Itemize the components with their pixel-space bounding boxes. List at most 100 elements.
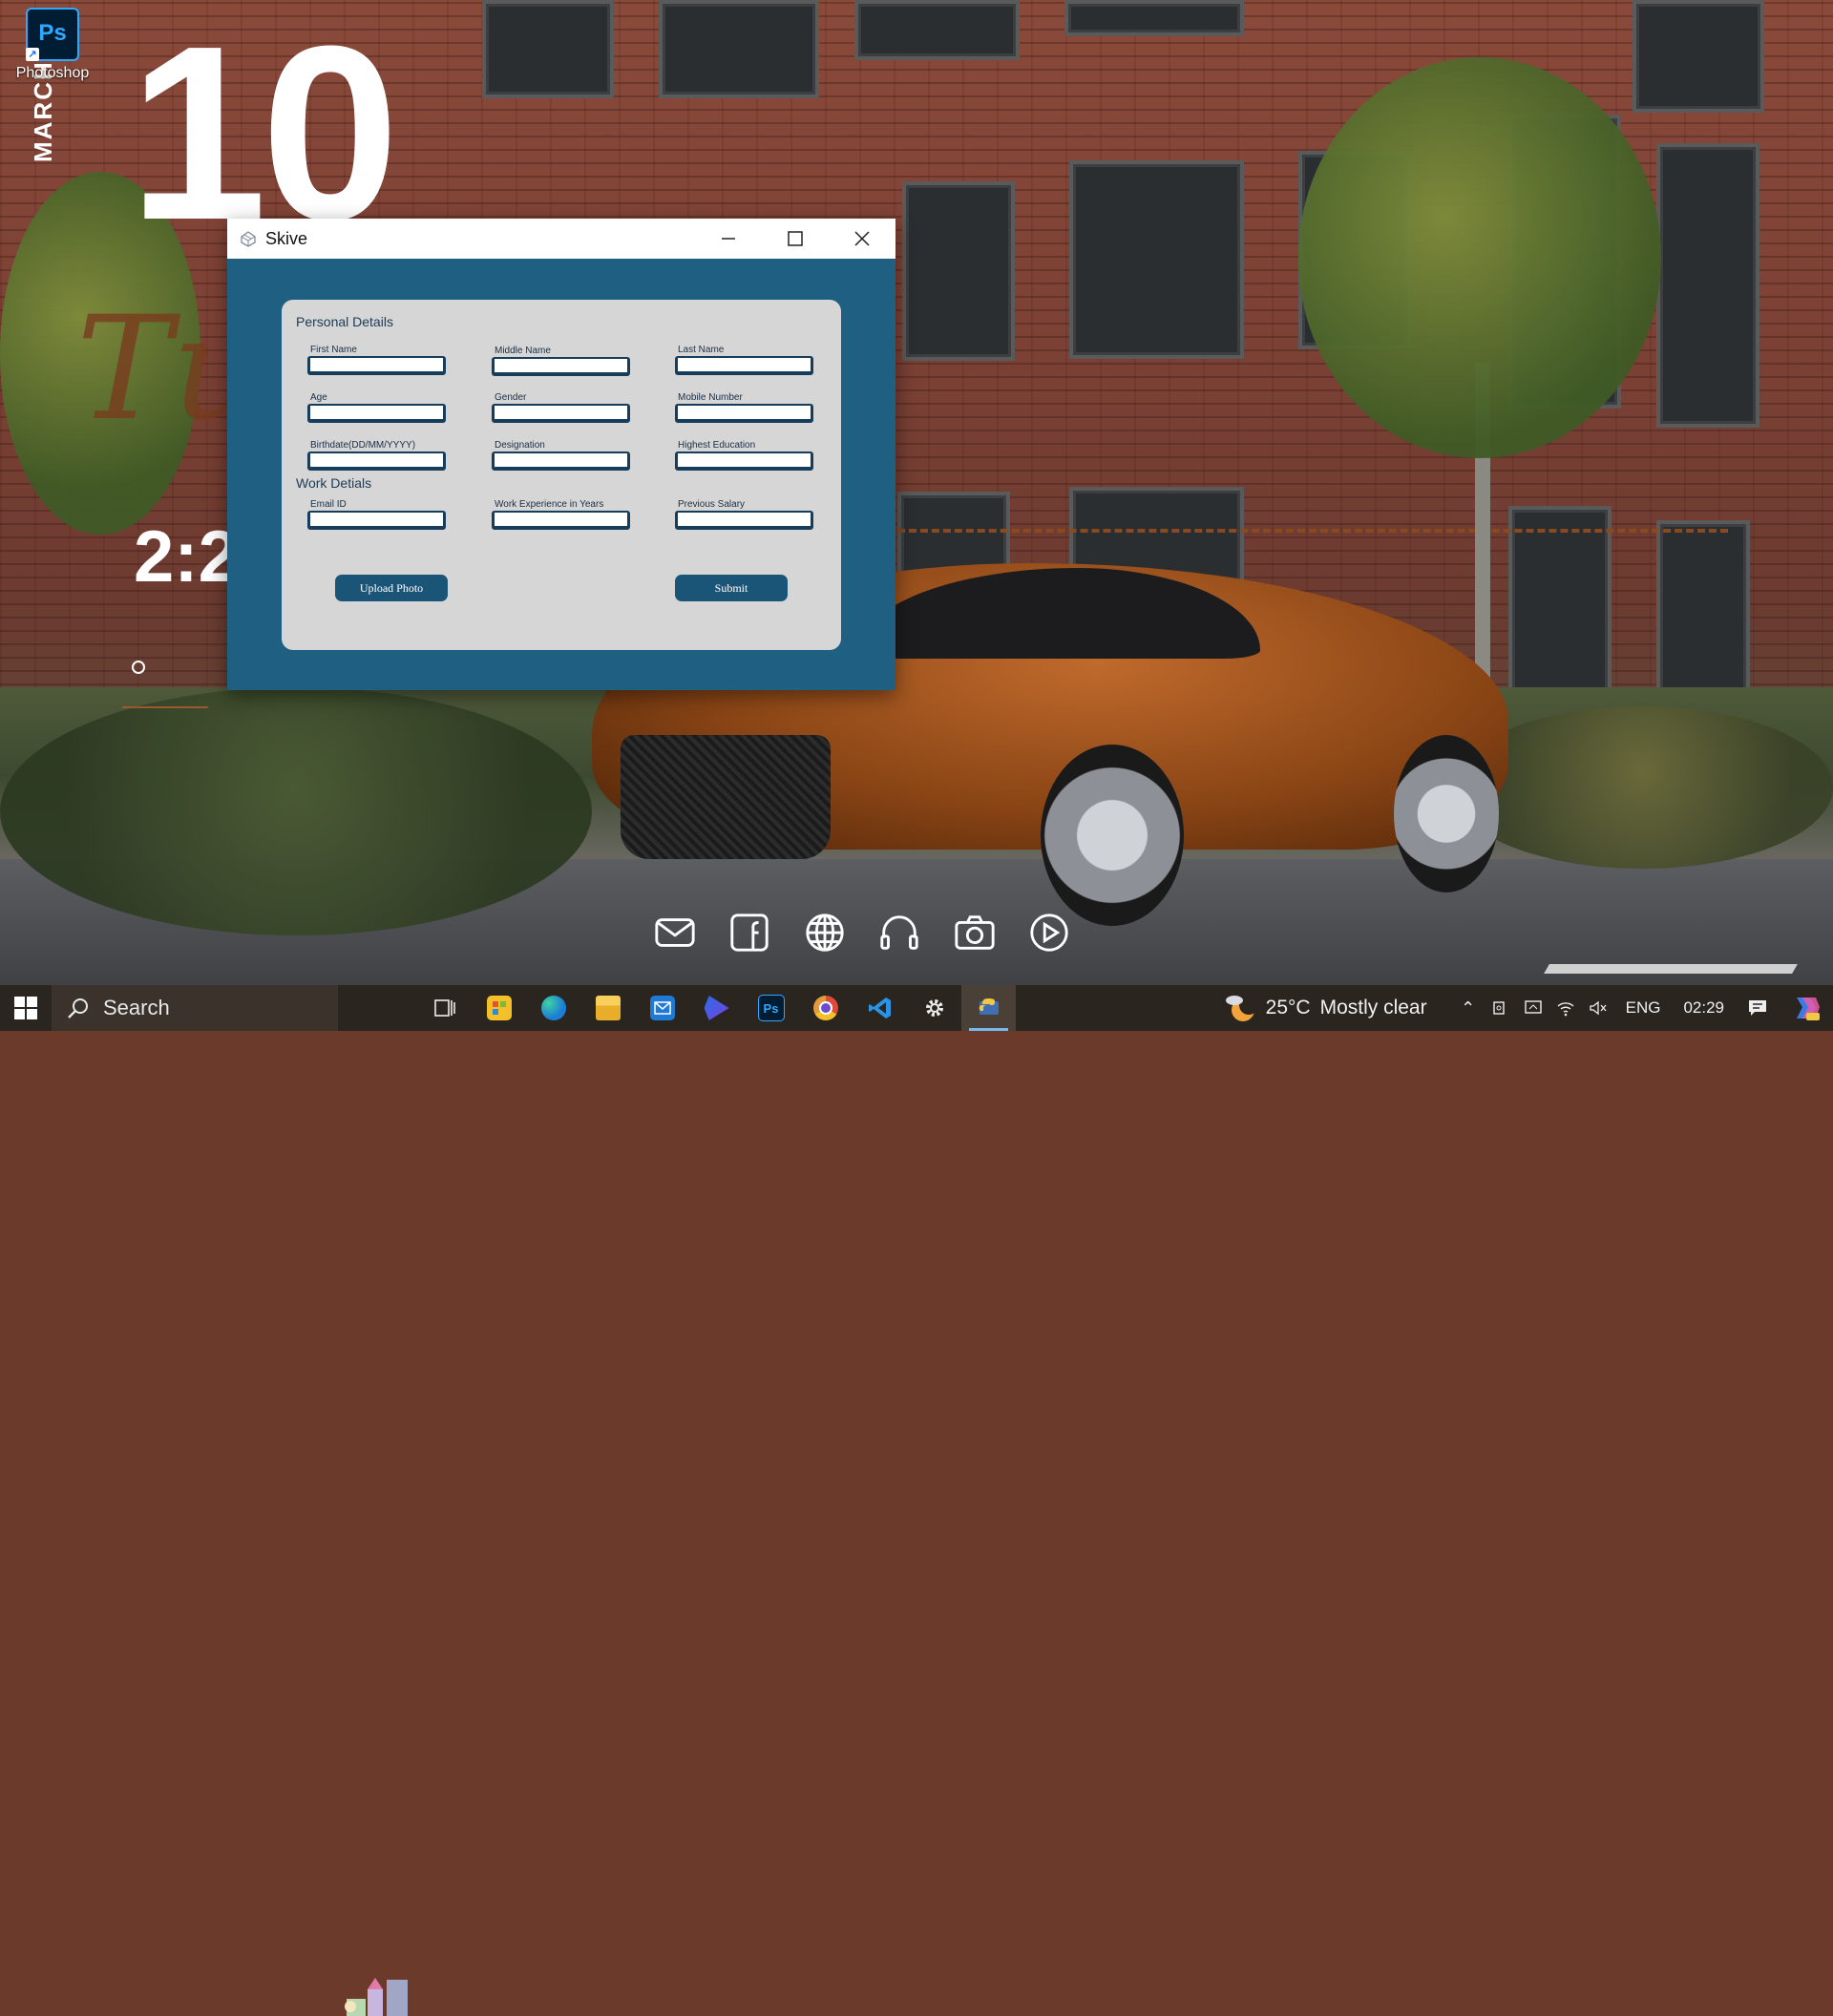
- shortcut-arrow-icon: ↗: [26, 48, 39, 61]
- work-details-heading: Work Detials: [296, 475, 372, 491]
- search-icon: [68, 998, 88, 1018]
- system-tray: 25°C Mostly clear ⌃ ENG 02:29: [1224, 985, 1833, 1031]
- task-view-icon: [433, 999, 455, 1017]
- first-name-field: First Name: [307, 344, 446, 375]
- building-window: [902, 181, 1015, 361]
- notification-icon: [1749, 1000, 1766, 1016]
- window-title: Skive: [265, 228, 308, 248]
- mobile-number-field: Mobile Number: [675, 391, 813, 423]
- copilot-icon: [1797, 998, 1820, 1020]
- skive-app-icon: [241, 231, 256, 247]
- mobile-number-label: Mobile Number: [678, 392, 743, 403]
- tree: [1298, 57, 1661, 458]
- chevron-up-icon[interactable]: ⌃: [1452, 998, 1485, 1018]
- car-wheel: [1394, 735, 1499, 892]
- search-highlight-castle-icon: [345, 1978, 408, 2016]
- previous-salary-field: Previous Salary: [675, 498, 813, 530]
- skive-window: Skive Personal Details First Name Middle…: [227, 219, 895, 690]
- taskbar-search[interactable]: Search: [52, 985, 338, 1031]
- camera-icon[interactable]: [952, 910, 998, 956]
- close-button[interactable]: [829, 219, 895, 259]
- taskbar-app-edge[interactable]: [526, 985, 580, 1031]
- birthdate-input[interactable]: [307, 452, 446, 471]
- widget-dashed-line: [897, 529, 1728, 533]
- copilot-button[interactable]: [1780, 985, 1833, 1031]
- facebook-icon[interactable]: [727, 910, 772, 956]
- weather-moon-icon[interactable]: [1224, 991, 1258, 1025]
- road-marking: [1544, 964, 1798, 974]
- taskbar-app-mail[interactable]: [635, 985, 689, 1031]
- work-experience-input[interactable]: [492, 511, 630, 530]
- age-input[interactable]: [307, 404, 446, 423]
- headphones-icon[interactable]: [876, 910, 922, 956]
- display-sync-icon[interactable]: [1517, 999, 1549, 1017]
- taskbar-app-photoshop[interactable]: Ps: [744, 985, 798, 1031]
- previous-salary-input[interactable]: [675, 511, 813, 530]
- taskbar-clock[interactable]: 02:29: [1683, 998, 1724, 1018]
- last-name-field: Last Name: [675, 344, 813, 375]
- power-automate-icon: [704, 996, 729, 1020]
- last-name-label: Last Name: [678, 345, 725, 355]
- middle-name-input[interactable]: [492, 357, 630, 376]
- start-button[interactable]: [0, 985, 52, 1031]
- highest-education-field: Highest Education: [675, 439, 813, 471]
- python-icon: [979, 998, 999, 1015]
- maximize-button[interactable]: [762, 219, 829, 259]
- search-label: Search: [103, 996, 170, 1019]
- weather-condition[interactable]: Mostly clear: [1320, 997, 1427, 1019]
- task-view-button[interactable]: [417, 985, 472, 1031]
- vscode-icon: [868, 998, 891, 1018]
- taskbar-app-chrome[interactable]: [798, 985, 853, 1031]
- highest-education-input[interactable]: [675, 452, 813, 471]
- building-window: [1508, 506, 1612, 714]
- widget-dot: [132, 661, 145, 674]
- widget-time: 2:2: [134, 516, 239, 598]
- building-window: [1064, 0, 1244, 36]
- building-window: [1656, 143, 1759, 428]
- car-grille: [621, 735, 831, 859]
- volume-muted-icon[interactable]: [1582, 999, 1614, 1017]
- submit-button[interactable]: Submit: [675, 575, 788, 601]
- building-window: [482, 0, 614, 98]
- desktop-dock: [652, 909, 1072, 956]
- email-id-field: Email ID: [307, 498, 446, 530]
- window-controls: [695, 219, 895, 259]
- taskbar-app-settings[interactable]: [907, 985, 961, 1031]
- designation-input[interactable]: [492, 452, 630, 471]
- mobile-number-input[interactable]: [675, 404, 813, 423]
- weather-temperature[interactable]: 25°C: [1266, 997, 1311, 1019]
- camera-tray-icon[interactable]: [1485, 999, 1517, 1017]
- highest-education-label: Highest Education: [678, 440, 756, 451]
- desktop-icon-photoshop[interactable]: Ps ↗ Photoshop: [10, 8, 95, 103]
- desktop-icon-label: Photoshop: [15, 65, 90, 81]
- wifi-icon[interactable]: [1549, 999, 1582, 1017]
- title-bar[interactable]: Skive: [227, 219, 895, 259]
- email-id-input[interactable]: [307, 511, 446, 530]
- taskbar-app-skive[interactable]: [961, 985, 1016, 1031]
- close-icon: [854, 231, 870, 246]
- taskbar-app-file-explorer[interactable]: [580, 985, 635, 1031]
- upload-photo-button[interactable]: Upload Photo: [335, 575, 448, 601]
- first-name-input[interactable]: [307, 356, 446, 375]
- personal-details-heading: Personal Details: [296, 314, 393, 329]
- play-icon[interactable]: [1026, 910, 1072, 956]
- mail-icon[interactable]: [652, 910, 698, 956]
- age-field: Age: [307, 391, 446, 423]
- designation-field: Designation: [492, 439, 630, 471]
- windows-logo-icon: [14, 997, 37, 1019]
- birthdate-field: Birthdate(DD/MM/YYYY): [307, 439, 446, 471]
- last-name-input[interactable]: [675, 356, 813, 375]
- notification-center-button[interactable]: [1736, 998, 1780, 1018]
- building-window: [659, 0, 819, 98]
- language-indicator[interactable]: ENG: [1626, 998, 1661, 1018]
- photoshop-icon: Ps: [757, 995, 785, 1021]
- taskbar-app-power-automate[interactable]: [689, 985, 744, 1031]
- minimize-icon: [722, 238, 735, 240]
- maximize-icon: [788, 231, 803, 246]
- minimize-button[interactable]: [695, 219, 762, 259]
- building-window: [1633, 0, 1764, 113]
- globe-icon[interactable]: [802, 910, 848, 956]
- taskbar-app-store[interactable]: [472, 985, 526, 1031]
- gender-input[interactable]: [492, 404, 630, 423]
- taskbar-app-vscode[interactable]: [853, 985, 907, 1031]
